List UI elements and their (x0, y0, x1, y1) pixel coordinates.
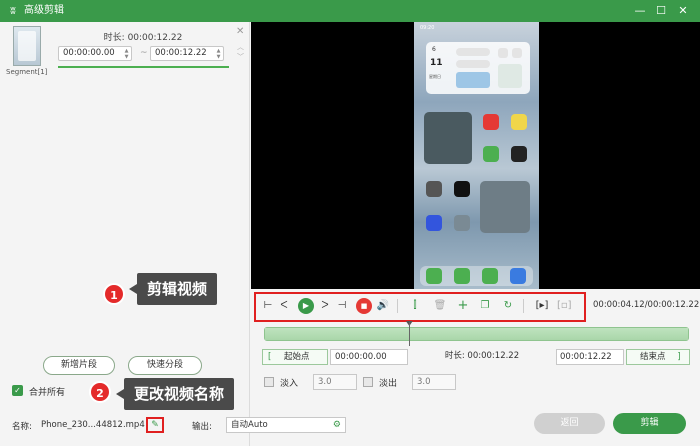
file-name: Phone_230...44812.mp4 (41, 420, 145, 430)
merge-all-checkbox[interactable]: ✓ (12, 385, 23, 396)
wechat-app-icon (483, 146, 499, 162)
fade-out-duration-field[interactable]: 3.0 (412, 374, 456, 390)
close-icon[interactable]: ✕ (675, 3, 691, 19)
cut-button[interactable]: 剪辑 (613, 413, 686, 434)
mark-in-icon[interactable]: ⊢ (261, 299, 275, 313)
add-segment-button[interactable]: 新增片段 (43, 356, 115, 375)
playhead[interactable] (408, 322, 410, 346)
app-icon (511, 114, 527, 130)
fade-out-checkbox[interactable] (363, 377, 373, 387)
range-separator: ~ (140, 48, 148, 58)
weibo-app-icon (483, 114, 499, 130)
output-label: 输出: (192, 422, 212, 432)
output-format-value: 自动Auto (231, 420, 268, 430)
reset-icon[interactable]: ↻ (501, 299, 515, 313)
annotation-callout-2: 更改视频名称 (115, 378, 235, 410)
fade-in-value: 3.0 (318, 377, 332, 387)
gear-icon[interactable]: ⚙ (333, 418, 341, 432)
playback-controls: ⊢ ᐸ ▶ ᐳ ⊣ ■ 🔊 ⫿ 🗑 + ❐ ↻ [▸] [▫] 00:00:04… (251, 289, 700, 323)
time-display: 00:00:04.12/00:00:12.22 (593, 300, 700, 310)
fade-in-label: 淡入 (280, 379, 299, 389)
segment-progress-bar (58, 66, 229, 68)
title-bar: ʬ 高级剪辑 — ☐ ✕ (0, 0, 700, 22)
contacts-app-icon (454, 268, 470, 284)
end-time-field[interactable]: 00:00:12.22 (556, 349, 624, 365)
camera-app-icon (426, 181, 442, 197)
start-point-label: 起始点 (284, 352, 310, 362)
spinner-icon[interactable]: ▲ ▼ (123, 48, 130, 60)
clock-date: 11 (430, 58, 443, 68)
segment-card: 时长: 00:00:12.22 00:00:00.00 ▲ ▼ ~ 00:00:1… (54, 24, 232, 72)
app-logo-icon: ʬ (10, 4, 16, 17)
fade-in-checkbox[interactable] (264, 377, 274, 387)
segment-end-value: 00:00:12.22 (155, 48, 207, 58)
annotation-badge-1: 1 (103, 283, 125, 305)
segment-duration: 时长: 00:00:12.22 (103, 33, 183, 43)
settings-app-icon (454, 215, 470, 231)
merge-all-label: 合并所有 (29, 388, 66, 398)
photo-widget-2 (480, 181, 530, 233)
output-format-select[interactable]: 自动Auto ⚙ (226, 417, 346, 433)
segment-label: Segment[1] (6, 68, 48, 76)
volume-icon[interactable]: 🔊 (376, 299, 390, 313)
fullscreen-icon[interactable]: [▫] (557, 299, 572, 313)
move-up-icon[interactable]: ︿ (237, 42, 244, 52)
photo-widget (424, 112, 472, 164)
phone-status-time: 09:20 (420, 25, 435, 31)
edit-row: [ 起始点 00:00:00.00 时长: 00:00:12.22 00:00:… (262, 349, 690, 365)
timeline-track[interactable] (264, 321, 689, 346)
next-frame-icon[interactable]: ᐳ (318, 299, 332, 313)
start-time-value: 00:00:00.00 (335, 352, 387, 362)
spinner-icon[interactable]: ▲ ▼ (215, 48, 222, 60)
crop-icon[interactable]: [▸] (535, 299, 549, 313)
segment-thumbnail[interactable] (13, 26, 41, 66)
video-frame: 09:20 6 11 星期日 (414, 22, 539, 289)
messages-app-icon (482, 268, 498, 284)
stop-icon[interactable]: ■ (356, 298, 372, 314)
name-label: 名称: (12, 422, 32, 432)
split-icon[interactable]: ⫿ (408, 299, 422, 313)
edit-name-icon[interactable]: ✎ (146, 417, 164, 433)
end-bracket-icon: ] (677, 352, 681, 362)
fade-out-value: 3.0 (417, 377, 431, 387)
duration-display: 时长: 00:00:12.22 (444, 351, 520, 361)
timeline-fill (265, 328, 688, 340)
segment-start-value: 00:00:00.00 (63, 48, 115, 58)
browser-app-icon (510, 268, 526, 284)
clock-day: 6 (432, 46, 436, 53)
start-time-field[interactable]: 00:00:00.00 (330, 349, 408, 365)
prev-frame-icon[interactable]: ᐸ (277, 299, 291, 313)
qq-app-icon (511, 146, 527, 162)
copy-icon[interactable]: ❐ (478, 299, 492, 313)
clock-week: 星期日 (429, 74, 441, 79)
tiktok-app-icon (454, 181, 470, 197)
back-button[interactable]: 返回 (534, 413, 605, 434)
end-time-value: 00:00:12.22 (560, 352, 612, 362)
segment-end-field[interactable]: 00:00:12.22 ▲ ▼ (150, 46, 224, 61)
maximize-icon[interactable]: ☐ (653, 3, 669, 19)
set-start-button[interactable]: [ 起始点 (262, 349, 328, 365)
move-down-icon[interactable]: ﹀ (237, 52, 244, 62)
phone-app-icon (426, 268, 442, 284)
set-end-button[interactable]: 结束点 ] (626, 349, 690, 365)
clock-widget: 6 11 星期日 (426, 42, 530, 94)
play-icon[interactable]: ▶ (298, 298, 314, 314)
annotation-badge-2: 2 (89, 381, 111, 403)
end-point-label: 结束点 (640, 352, 666, 362)
delete-icon[interactable]: 🗑 (433, 299, 447, 313)
minimize-icon[interactable]: — (632, 3, 648, 19)
add-icon[interactable]: + (456, 299, 470, 313)
fade-in-duration-field[interactable]: 3.0 (313, 374, 357, 390)
annotation-callout-1: 剪辑视频 (128, 273, 218, 305)
start-bracket-icon: [ (268, 352, 272, 362)
remove-segment-icon[interactable]: ✕ (236, 26, 244, 37)
window-title: 高级剪辑 (24, 5, 64, 16)
quick-split-button[interactable]: 快速分段 (128, 356, 202, 375)
segment-start-field[interactable]: 00:00:00.00 ▲ ▼ (58, 46, 132, 61)
fade-out-label: 淡出 (379, 379, 398, 389)
video-preview[interactable]: 09:20 6 11 星期日 (251, 22, 700, 289)
mark-out-icon[interactable]: ⊣ (335, 299, 349, 313)
app-icon (426, 215, 442, 231)
